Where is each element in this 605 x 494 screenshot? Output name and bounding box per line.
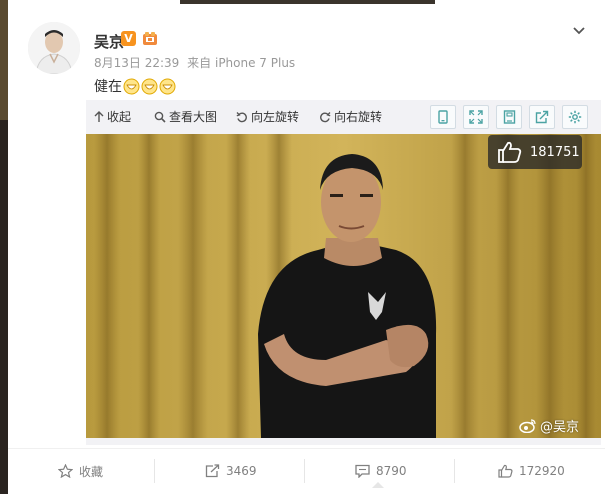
share-button[interactable] bbox=[529, 105, 555, 129]
phone-icon bbox=[438, 110, 448, 124]
action-divider bbox=[154, 459, 155, 483]
grin-emoji-icon bbox=[141, 78, 158, 94]
chevron-down-icon[interactable] bbox=[572, 24, 586, 38]
like-count: 172920 bbox=[519, 464, 565, 478]
repost-button[interactable]: 3469 bbox=[205, 461, 257, 481]
grin-emoji-icon bbox=[159, 78, 176, 94]
rotate-right-button[interactable]: 向右旋转 bbox=[319, 108, 382, 125]
comment-button[interactable]: 8790 bbox=[355, 461, 407, 481]
view-large-button[interactable]: 查看大图 bbox=[154, 108, 217, 125]
post-text-content: 健在 bbox=[94, 79, 122, 95]
repost-icon bbox=[205, 464, 220, 478]
post-text: 健在 bbox=[94, 76, 176, 96]
fullscreen-button[interactable] bbox=[463, 105, 489, 129]
favorite-label: 收藏 bbox=[79, 464, 104, 479]
verified-badge-icon[interactable]: V bbox=[121, 31, 136, 46]
gear-icon bbox=[568, 110, 582, 124]
collapse-label: 收起 bbox=[107, 110, 132, 124]
rotate-left-label: 向左旋转 bbox=[251, 110, 300, 124]
weibo-post-card: 吴京 V 8月13日 22:39 来自 iPhone 7 Plus 健在 收起 … bbox=[8, 4, 605, 494]
like-button[interactable]: 172920 bbox=[498, 461, 565, 481]
rotate-right-icon bbox=[320, 111, 331, 122]
settings-button[interactable] bbox=[562, 105, 588, 129]
comment-active-indicator bbox=[372, 482, 384, 488]
weibo-logo-icon bbox=[519, 419, 536, 433]
media-toolbar: 收起 查看大图 向左旋转 向右旋转 bbox=[86, 100, 601, 134]
action-divider bbox=[454, 459, 455, 483]
post-meta: 8月13日 22:39 来自 iPhone 7 Plus bbox=[94, 54, 299, 71]
phone-view-button[interactable] bbox=[430, 105, 456, 129]
rotate-left-button[interactable]: 向左旋转 bbox=[236, 108, 299, 125]
source-prefix: 来自 bbox=[187, 56, 212, 70]
photo-like-count: 181751 bbox=[530, 144, 580, 160]
action-divider bbox=[304, 459, 305, 483]
repost-count: 3469 bbox=[226, 464, 257, 478]
share-icon bbox=[535, 110, 549, 124]
watermark-text: @吴京 bbox=[540, 420, 580, 435]
avatar[interactable] bbox=[28, 22, 80, 74]
comment-icon bbox=[355, 464, 370, 478]
comment-count: 8790 bbox=[376, 464, 407, 478]
photo-watermark: @吴京 bbox=[519, 416, 579, 435]
arrow-up-icon bbox=[94, 110, 104, 122]
post-date[interactable]: 8月13日 22:39 bbox=[94, 56, 179, 70]
source-device[interactable]: iPhone 7 Plus bbox=[215, 56, 295, 70]
magnifier-icon bbox=[154, 111, 166, 123]
expand-icon bbox=[469, 110, 483, 124]
background-edge bbox=[0, 0, 8, 494]
author-name[interactable]: 吴京 bbox=[94, 31, 124, 52]
rotate-left-icon bbox=[236, 111, 247, 122]
thumb-up-icon bbox=[498, 141, 522, 163]
favorite-button[interactable]: 收藏 bbox=[58, 461, 103, 481]
save-icon bbox=[503, 110, 515, 124]
member-icon[interactable] bbox=[142, 31, 158, 46]
save-image-button[interactable] bbox=[496, 105, 522, 129]
photo-like-button[interactable]: 181751 bbox=[488, 135, 582, 169]
star-icon bbox=[58, 464, 73, 478]
post-photo[interactable] bbox=[86, 134, 601, 438]
collapse-button[interactable]: 收起 bbox=[94, 108, 131, 125]
thumb-up-icon bbox=[498, 464, 513, 478]
post-action-bar: 收藏 3469 8790 172920 bbox=[8, 448, 605, 494]
grin-emoji-icon bbox=[123, 78, 140, 94]
rotate-right-label: 向右旋转 bbox=[334, 110, 383, 124]
view-large-label: 查看大图 bbox=[169, 110, 218, 124]
